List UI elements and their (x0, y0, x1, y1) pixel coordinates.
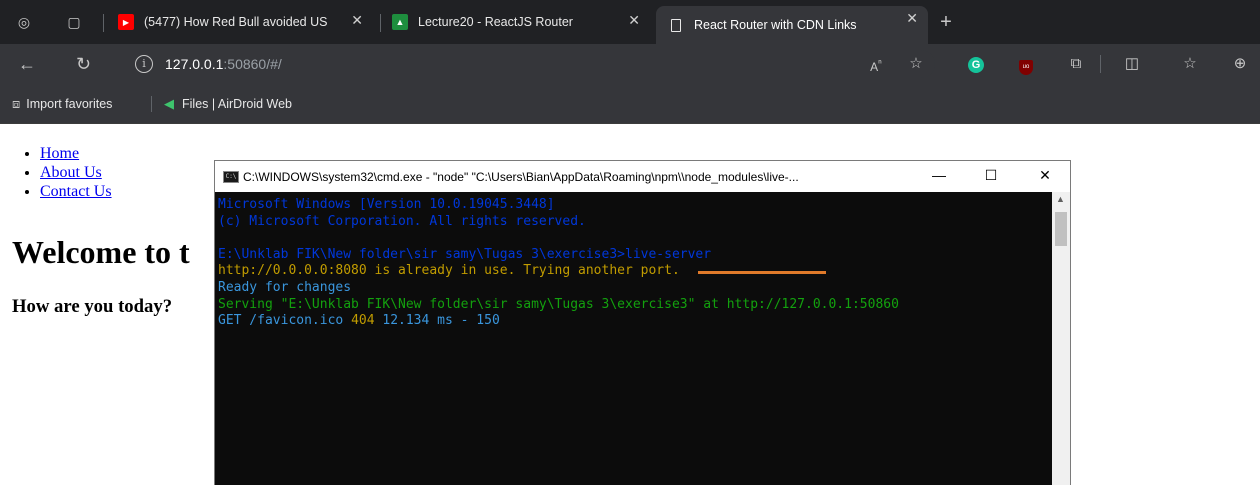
collections-icon[interactable]: ⊕ (1230, 54, 1250, 74)
scroll-up-icon[interactable]: ▲ (1056, 194, 1065, 204)
favorites-bar: ⧈ Import favorites ◀ Files | AirDroid We… (0, 84, 1260, 124)
url-path: :50860/#/ (223, 56, 282, 72)
list-item: About Us (40, 163, 112, 182)
favorite-star-icon[interactable]: ☆ (906, 54, 926, 74)
home-link[interactable]: Home (40, 145, 79, 162)
classroom-icon: ▲ (392, 14, 408, 30)
tab-youtube[interactable]: ▶ (5477) How Red Bull avoided US ✕ (118, 8, 373, 36)
tab-title: React Router with CDN Links (694, 18, 857, 32)
close-icon[interactable]: ✕ (628, 12, 640, 29)
console-line: (c) Microsoft Corporation. All rights re… (218, 213, 586, 229)
address-bar[interactable]: i 127.0.0.1:50860/#/ (135, 50, 935, 78)
refresh-icon[interactable]: ↻ (76, 54, 91, 74)
cmd-icon: C:\ (223, 170, 239, 183)
read-aloud-icon[interactable]: Aⁿ (866, 54, 886, 74)
minimize-button[interactable]: — (929, 167, 949, 183)
tab-lecture[interactable]: ▲ Lecture20 - ReactJS Router ✕ (392, 8, 650, 36)
site-info-icon[interactable]: i (135, 55, 153, 73)
extensions-icon[interactable]: ⧉ (1066, 54, 1086, 74)
cmd-title-bar[interactable]: C:\ C:\WINDOWS\system32\cmd.exe - "node"… (215, 161, 1070, 192)
page-subheading: How are you today? (12, 296, 173, 317)
new-tab-icon[interactable]: + (936, 12, 956, 32)
console-line: Ready for changes (218, 279, 352, 295)
console-line: GET /favicon.ico (218, 313, 352, 329)
console-line: Serving "E:\Unklab FIK\New folder\sir sa… (218, 296, 899, 312)
tab-divider (103, 14, 104, 32)
tab-title: (5477) How Red Bull avoided US (144, 15, 328, 29)
favorite-label: Import favorites (26, 97, 113, 111)
console-output[interactable]: Microsoft Windows [Version 10.0.19045.34… (215, 192, 1052, 485)
favorites-divider (151, 96, 152, 112)
list-item: Contact Us (40, 182, 112, 201)
maximize-button[interactable]: ☐ (981, 167, 1001, 184)
close-icon[interactable]: ✕ (906, 10, 918, 27)
back-icon[interactable]: ← (18, 54, 36, 74)
browser-tab-strip: ◎ ▢ ▶ (5477) How Red Bull avoided US ✕ ▲… (0, 0, 1260, 44)
page-heading: Welcome to t (12, 234, 190, 270)
tab-divider (380, 14, 381, 32)
cmd-title: C:\WINDOWS\system32\cmd.exe - "node" "C:… (243, 169, 799, 184)
tab-react-router[interactable]: React Router with CDN Links ✕ (656, 6, 928, 44)
favorite-label: Files | AirDroid Web (182, 97, 292, 111)
page-icon (668, 17, 684, 33)
ublock-icon[interactable]: uo (1016, 54, 1036, 75)
status-code: 404 (351, 313, 375, 329)
youtube-icon: ▶ (118, 14, 134, 30)
console-line: http://0.0.0.0:8080 is already in use. T… (218, 263, 680, 279)
favorites-icon[interactable]: ☆ (1180, 54, 1200, 74)
scrollbar[interactable]: ▲ (1052, 192, 1070, 485)
console-line: Microsoft Windows [Version 10.0.19045.34… (218, 197, 555, 212)
import-icon: ⧈ (12, 96, 21, 111)
scroll-thumb[interactable] (1055, 212, 1067, 246)
tab-actions-icon[interactable]: ▢ (64, 12, 84, 32)
url-host: 127.0.0.1 (165, 56, 224, 72)
import-favorites-button[interactable]: ⧈ Import favorites (12, 96, 112, 112)
close-icon[interactable]: ✕ (351, 12, 363, 29)
annotation-underline (698, 271, 826, 274)
console-line: 12.134 ms - 150 (374, 313, 500, 329)
console-line: E:\Unklab FIK\New folder\sir samy\Tugas … (218, 246, 712, 262)
list-item: Home (40, 144, 112, 163)
close-button[interactable]: ✕ (1035, 167, 1055, 184)
address-toolbar: ← ↻ i 127.0.0.1:50860/#/ Aⁿ ☆ G uo ⧉ ◫ ☆… (0, 44, 1260, 84)
split-screen-icon[interactable]: ◫ (1122, 54, 1142, 74)
about-link[interactable]: About Us (40, 164, 102, 181)
tab-title: Lecture20 - ReactJS Router (418, 15, 573, 29)
contact-link[interactable]: Contact Us (40, 183, 112, 200)
airdroid-icon: ◀ (164, 96, 174, 111)
cmd-window[interactable]: C:\ C:\WINDOWS\system32\cmd.exe - "node"… (214, 160, 1071, 485)
workspaces-icon[interactable]: ◎ (14, 12, 34, 32)
airdroid-favorite-link[interactable]: ◀ Files | AirDroid Web (164, 96, 292, 112)
page-nav-list: Home About Us Contact Us (40, 144, 112, 201)
toolbar-divider (1100, 55, 1101, 73)
grammarly-icon[interactable]: G (966, 54, 986, 74)
